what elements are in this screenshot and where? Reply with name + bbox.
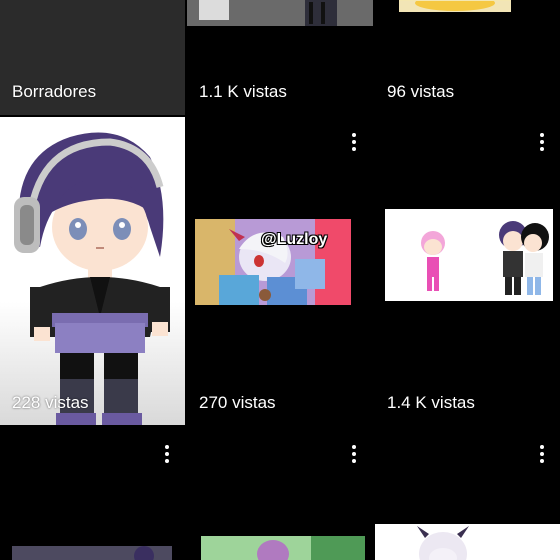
thumbnail-image — [399, 0, 511, 12]
more-vert-icon[interactable] — [531, 441, 553, 467]
video-tile-7[interactable] — [187, 427, 373, 560]
view-count: 270 vistas — [199, 393, 276, 412]
video-thumbnail — [201, 536, 365, 560]
view-count: 1.4 K vistas — [387, 393, 475, 412]
video-thumbnail: @Luzloy — [195, 219, 351, 305]
character-thumbnail — [0, 117, 185, 425]
video-thumbnail — [375, 524, 560, 560]
watermark-text: @Luzloy — [261, 231, 328, 248]
drafts-tile[interactable]: Borradores — [0, 0, 185, 115]
thumbnail-image — [385, 209, 553, 301]
thumbnail-image — [187, 0, 373, 26]
video-tile-3[interactable]: 228 vistas — [0, 117, 185, 425]
video-tile-8[interactable] — [375, 427, 560, 560]
thumbnail-image — [12, 546, 172, 560]
video-thumbnail — [385, 209, 553, 301]
more-vert-icon[interactable] — [531, 129, 553, 155]
thumbnail-image — [201, 536, 365, 560]
video-thumbnail — [399, 0, 511, 12]
video-tile-1[interactable]: 1.1 K vistas — [187, 0, 373, 115]
video-tile-5[interactable]: 1.4 K vistas — [375, 117, 560, 425]
more-vert-icon[interactable] — [156, 441, 178, 467]
video-thumbnail — [187, 0, 373, 26]
video-tile-2[interactable]: 96 vistas — [375, 0, 560, 115]
more-vert-icon[interactable] — [343, 129, 365, 155]
view-count: 1.1 K vistas — [199, 82, 287, 101]
more-vert-icon[interactable] — [343, 441, 365, 467]
view-count: 96 vistas — [387, 82, 455, 101]
drafts-label: Borradores — [12, 82, 97, 101]
view-count: 228 vistas — [12, 393, 89, 412]
video-grid: Borradores 1.1 K vistas 96 vistas 228 vi… — [0, 0, 560, 560]
video-tile-6[interactable] — [0, 427, 185, 560]
thumbnail-image — [375, 524, 560, 560]
video-tile-4[interactable]: @Luzloy 270 vistas — [187, 117, 373, 425]
video-thumbnail — [12, 546, 172, 560]
